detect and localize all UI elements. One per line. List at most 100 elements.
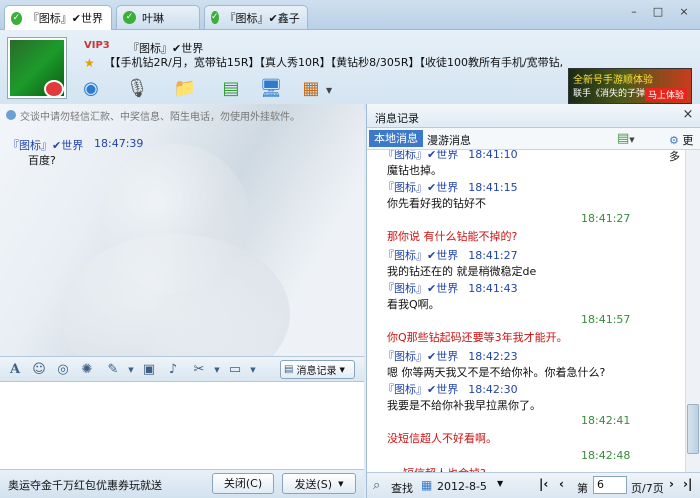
bottom-bar: 奥运夺金千万红包优惠券玩就送 关闭(C) 发送(S) ▼: [0, 470, 364, 498]
history-my-time: 18:42:48: [581, 449, 631, 462]
history-text: 魔钻也掉。: [387, 164, 442, 177]
history-titlebar: 消息记录 ×: [367, 104, 700, 128]
vip-badge: VIP3: [84, 40, 110, 51]
history-sender: 『图标』✔世界: [383, 249, 459, 262]
history-time: 18:42:23: [468, 350, 518, 363]
info-icon: [6, 110, 16, 120]
remote-assist-icon[interactable]: 🖥: [256, 74, 286, 102]
online-status-icon: ✓: [123, 11, 136, 24]
input-toolbar: A ☺ ◎ ✺ ✎ ▼ ▣ ♪ ✂ ▼ ▭ ▼ ▤ 消息记录 ▼: [0, 356, 364, 382]
page-total: 页/7页: [631, 482, 664, 495]
scrollbar-thumb[interactable]: [687, 404, 699, 454]
history-options-icon[interactable]: ▤▼: [617, 131, 643, 147]
send-sms-icon[interactable]: ▤: [216, 74, 246, 102]
history-footer: ⌕ 查找 ▦ 2012-8-5 ▼ |‹ ‹ 第 6 页/7页 › ›|: [367, 472, 700, 498]
apps-icon[interactable]: ▦: [296, 74, 326, 102]
history-my-time: 18:41:27: [581, 212, 631, 225]
promo-link[interactable]: 奥运夺金千万红包优惠券玩就送: [8, 477, 162, 493]
send-button-label: 发送(S): [294, 477, 333, 491]
first-page-icon[interactable]: |‹: [539, 477, 548, 491]
tab-label: 『图标』✔世界: [27, 12, 103, 25]
history-title: 消息记录: [375, 112, 419, 125]
history-time: 18:41:43: [468, 282, 518, 295]
message-input[interactable]: [0, 382, 364, 470]
tab-roaming-messages[interactable]: 漫游消息: [427, 132, 471, 148]
super-emoji-icon[interactable]: ◎: [54, 361, 72, 379]
last-page-icon[interactable]: ›|: [683, 477, 692, 491]
video-call-icon[interactable]: ◉: [76, 74, 106, 102]
ad-banner[interactable]: 全新号手游顺体验 联手《消失的子弹》 马上体验: [568, 68, 692, 104]
history-row: 『图标』✔世界 18:42:23: [383, 348, 518, 364]
tab-label: 叶琳: [142, 11, 164, 25]
font-icon[interactable]: A: [6, 361, 24, 379]
chevron-down-icon[interactable]: ▼: [497, 479, 503, 488]
maximize-button[interactable]: □: [648, 4, 668, 20]
chevron-down-icon[interactable]: ▼: [244, 361, 262, 379]
ad-headline: 全新号手游顺体验: [573, 75, 653, 86]
message-sender: 『图标』✔世界: [8, 139, 84, 152]
chat-message-area[interactable]: 交谈中请勿轻信汇款、中奖信息、陌生电话，勿使用外挂软件。 『图标』✔世界 18:…: [0, 104, 364, 356]
history-time: 18:41:27: [468, 249, 518, 262]
music-icon[interactable]: ♪: [164, 361, 182, 379]
history-date[interactable]: 2012-8-5: [437, 480, 487, 493]
history-button-label: 消息记录: [296, 366, 337, 377]
history-my-text: 短信超人也会掉?: [403, 465, 486, 472]
emoji-icon[interactable]: ☺: [30, 361, 48, 379]
doodle-icon[interactable]: ✎: [104, 361, 122, 379]
history-my-time: 18:42:41: [581, 414, 631, 427]
page-number-input[interactable]: 6: [593, 476, 627, 494]
tab-chat-xinzi[interactable]: ✓ 『图标』✔鑫子: [204, 5, 308, 29]
chevron-down-icon[interactable]: ▼: [208, 361, 226, 379]
history-row: 『图标』✔世界 18:41:27: [383, 247, 518, 263]
history-sender: 『图标』✔世界: [383, 181, 459, 194]
history-text: 我的钻还在的 就是稍微稳定de: [387, 265, 537, 278]
history-sender: 『图标』✔世界: [383, 350, 459, 363]
calendar-icon[interactable]: ▭: [226, 361, 244, 379]
find-button[interactable]: 查找: [391, 480, 413, 496]
prev-page-icon[interactable]: ‹: [559, 477, 564, 491]
background-decoration: [60, 234, 290, 356]
shake-icon[interactable]: ✺: [78, 361, 96, 379]
page-label: 第: [577, 482, 588, 495]
screenshot-scissors-icon[interactable]: ✂: [190, 361, 208, 379]
chevron-down-icon[interactable]: ▼: [122, 361, 140, 379]
history-sender: 『图标』✔世界: [383, 282, 459, 295]
tab-chat-shijie[interactable]: ✓ 『图标』✔世界: [4, 5, 112, 30]
message-history-panel: 消息记录 × 本地消息 漫游消息 ▤▼ ⚙ 更多 『图标』✔世界 18:41:10…: [366, 104, 700, 498]
chevron-down-icon[interactable]: ▼: [326, 86, 332, 95]
history-row: 『图标』✔世界 18:41:10: [383, 150, 518, 162]
voice-call-icon[interactable]: 🎙: [122, 74, 152, 102]
online-status-icon: ✓: [211, 11, 219, 24]
close-window-button[interactable]: ×: [674, 4, 694, 20]
chevron-down-icon: ▼: [339, 365, 345, 374]
send-button[interactable]: 发送(S) ▼: [282, 473, 356, 494]
online-status-icon: ✓: [11, 11, 22, 25]
history-my-text: 那你说 有什么钻能不掉的?: [387, 230, 518, 243]
close-button[interactable]: 关闭(C): [212, 473, 274, 494]
search-icon[interactable]: ⌕: [373, 478, 380, 493]
calendar-icon[interactable]: ▦: [421, 478, 432, 492]
image-icon[interactable]: ▣: [140, 361, 158, 379]
close-icon[interactable]: ×: [681, 108, 695, 122]
ad-cta: 马上体验: [644, 88, 687, 101]
history-icon: ▤: [284, 364, 294, 375]
history-message-list[interactable]: 『图标』✔世界 18:41:10 魔钻也掉。『图标』✔世界 18:41:15 你先看好我…: [367, 150, 685, 472]
history-sender: 『图标』✔世界: [383, 383, 459, 396]
message-history-button[interactable]: ▤ 消息记录 ▼: [280, 360, 355, 379]
chevron-down-icon[interactable]: ▼: [338, 480, 343, 488]
history-text: 嗯 你等两天我又不是不给你补。你着急什么?: [387, 366, 606, 379]
contact-header: ★ VIP3 『图标』✔世界 【【手机钻2R/月，宽带钻15R】【真人秀10R】…: [0, 30, 700, 110]
minimize-button[interactable]: –: [624, 4, 644, 20]
tab-local-messages[interactable]: 本地消息: [369, 130, 423, 147]
message-text: 百度?: [28, 154, 56, 167]
history-text: 你先看好我的钻好不: [387, 197, 486, 210]
history-time: 18:41:15: [468, 181, 518, 194]
heart-icon: [44, 80, 64, 98]
history-row: 『图标』✔世界 18:41:43: [383, 280, 518, 296]
history-text: 我要是不给你补我早拉黑你了。: [387, 399, 541, 412]
tab-bar: ✓ 『图标』✔世界 ✓ 叶琳 ✓ 『图标』✔鑫子 – □ ×: [0, 0, 700, 30]
security-warning: 交谈中请勿轻信汇款、中奖信息、陌生电话，勿使用外挂软件。: [20, 112, 300, 123]
next-page-icon[interactable]: ›: [669, 477, 674, 491]
tab-chat-yelin[interactable]: ✓ 叶琳: [116, 5, 200, 29]
transfer-file-icon[interactable]: 📁: [170, 74, 200, 102]
